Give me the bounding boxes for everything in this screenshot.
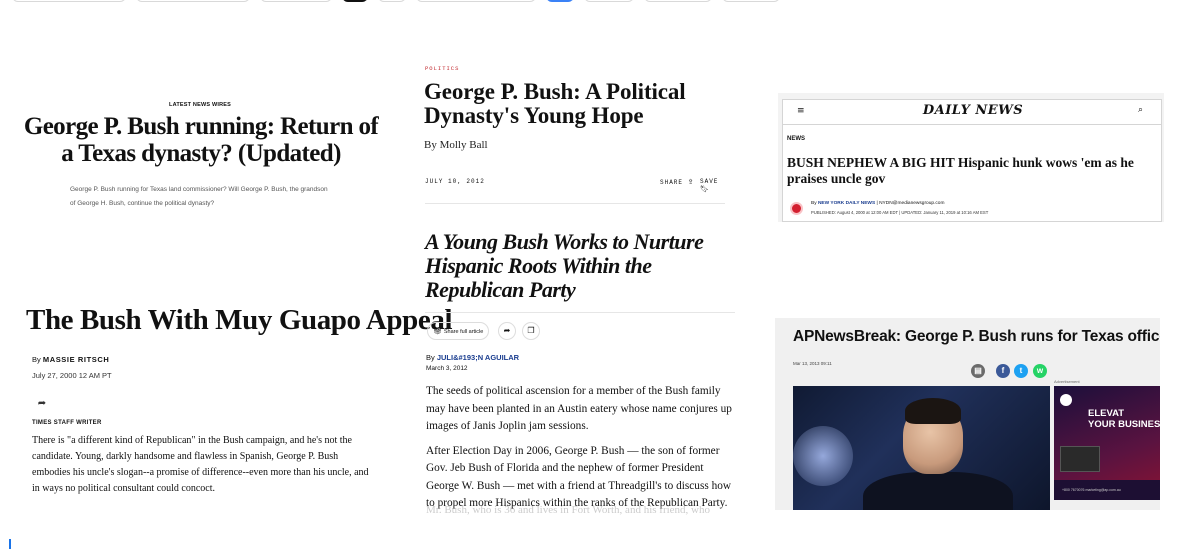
article-deck: George P. Bush running for Texas land co…	[70, 186, 328, 207]
divider	[425, 312, 735, 313]
whatsapp-icon[interactable]: w	[1033, 364, 1047, 378]
tab[interactable]	[644, 0, 712, 2]
advertisement[interactable]: ELEVAT YOUR BUSINES +800 7670076 marketi…	[1054, 386, 1160, 500]
publish-date: March 3, 2012	[426, 365, 468, 372]
publish-date: PUBLISHED: August 4, 2000 at 12:00 AM ED…	[811, 210, 989, 215]
share-icon[interactable]: ➦	[498, 322, 516, 340]
ad-footer: +800 7670076 marketing@ap.com.au	[1054, 480, 1160, 500]
ad-title: ELEVAT YOUR BUSINES	[1088, 408, 1160, 430]
bookmark-icon: 🔖︎	[700, 185, 709, 193]
section-kicker[interactable]: NEWS	[787, 136, 805, 142]
article-meta: By NEW YORK DAILY NEWS | NYDN@medianewsg…	[787, 200, 1163, 218]
article-meta: JULY 10, 2012 SHARE ⇪ SAVE 🔖︎	[425, 178, 725, 193]
print-icon[interactable]: ▤	[971, 364, 985, 378]
photo-hair	[905, 398, 961, 424]
section-label[interactable]: POLITICS	[425, 65, 459, 72]
paragraph: The seeds of political ascension for a m…	[426, 385, 732, 432]
share-icon: ⇪	[687, 178, 694, 186]
browser-tab-strip	[0, 0, 1200, 6]
bookmark-icon[interactable]: ❐	[522, 322, 540, 340]
twitter-icon[interactable]: t	[1014, 364, 1028, 378]
tab[interactable]	[416, 0, 536, 2]
photo-light	[793, 426, 853, 486]
search-icon[interactable]: ⌕	[1138, 105, 1143, 115]
byline-prefix: By	[426, 353, 437, 362]
author-link[interactable]: JULI&#193;N AGUILAR	[437, 353, 519, 362]
article-headline: BUSH NEPHEW A BIG HIT Hispanic hunk wows…	[787, 155, 1134, 186]
article-photo	[793, 386, 1050, 510]
byline: By JULI&#193;N AGUILAR	[426, 353, 519, 362]
menu-icon[interactable]: ≡	[797, 106, 805, 116]
tab[interactable]	[546, 0, 574, 2]
byline[interactable]: By Molly Ball	[424, 139, 488, 151]
share-label: SHARE	[660, 179, 684, 186]
article-body: The seeds of political ascension for a m…	[426, 383, 734, 520]
outlet-link[interactable]: NEW YORK DAILY NEWS	[818, 201, 875, 206]
article-body: There is "a different kind of Republican…	[32, 435, 369, 494]
tab-active[interactable]	[342, 0, 368, 2]
site-logo[interactable]: DAILY NEWS	[903, 103, 1043, 118]
tab[interactable]	[12, 0, 126, 2]
article-headline[interactable]: George P. Bush: A Political Dynasty's Yo…	[424, 80, 754, 128]
publish-date: Mar 13, 2013 09:11	[793, 361, 832, 366]
paragraph: After Election Day in 2006, George P. Bu…	[426, 444, 732, 510]
divider	[425, 203, 725, 204]
gift-icon: 🎁︎	[433, 327, 442, 335]
publish-date: JULY 10, 2012	[425, 178, 485, 185]
daily-news-screenshot: ≡ DAILY NEWS ⌕ NEWS BUSH NEPHEW A BIG HI…	[778, 93, 1164, 222]
tab[interactable]	[722, 0, 780, 2]
daily-news-page: ≡ DAILY NEWS ⌕ NEWS BUSH NEPHEW A BIG HI…	[782, 99, 1162, 222]
author-role: TIMES STAFF WRITER	[32, 420, 102, 426]
outlet-avatar	[790, 202, 803, 215]
author-link[interactable]: MASSIE RITSCH	[43, 355, 110, 364]
section-kicker: LATEST NEWS WIRES	[169, 102, 231, 108]
contact-email: | NYDN@medianewsgroup.com	[875, 201, 945, 206]
article-headline-2[interactable]: A Young Bush Works to Nurture Hispanic R…	[425, 230, 725, 302]
article-headline: APNewsBreak: George P. Bush runs for Tex…	[793, 328, 1160, 345]
byline-prefix: By	[811, 201, 818, 206]
ad-logo	[1060, 394, 1072, 406]
paragraph-faded: Mr. Bush, who is 36 and lives in Fort Wo…	[426, 504, 710, 516]
byline: By NEW YORK DAILY NEWS | NYDN@medianewsg…	[811, 201, 944, 206]
scroll-indicator	[9, 539, 11, 549]
article-headline-2[interactable]: The Bush With Muy Guapo Appeal	[26, 302, 453, 338]
byline-prefix: By	[32, 355, 43, 364]
save-button[interactable]: SAVE 🔖︎	[700, 178, 725, 193]
site-header: ≡ DAILY NEWS ⌕	[783, 100, 1161, 125]
save-label: SAVE	[700, 178, 719, 185]
article-headline[interactable]: George P. Bush running: Return of a Texa…	[18, 113, 384, 167]
ad-label: Advertisement	[1054, 379, 1080, 384]
share-icon[interactable]: ➦	[32, 396, 52, 412]
byline: By MASSIE RITSCH	[32, 355, 109, 364]
share-button[interactable]: SHARE ⇪	[660, 178, 694, 186]
photo-figure	[863, 472, 1013, 510]
tab[interactable]	[584, 0, 634, 2]
publish-date: July 27, 2000 12 AM PT	[32, 371, 112, 380]
facebook-icon[interactable]: f	[996, 364, 1010, 378]
ad-screen-image	[1060, 446, 1100, 472]
ap-screenshot: APNewsBreak: George P. Bush runs for Tex…	[775, 318, 1160, 510]
tab[interactable]	[260, 0, 332, 2]
share-full-label: Share full article	[443, 329, 484, 335]
tab[interactable]	[136, 0, 250, 2]
share-full-article-button[interactable]: 🎁︎ Share full article	[427, 322, 490, 340]
tab[interactable]	[378, 0, 406, 2]
